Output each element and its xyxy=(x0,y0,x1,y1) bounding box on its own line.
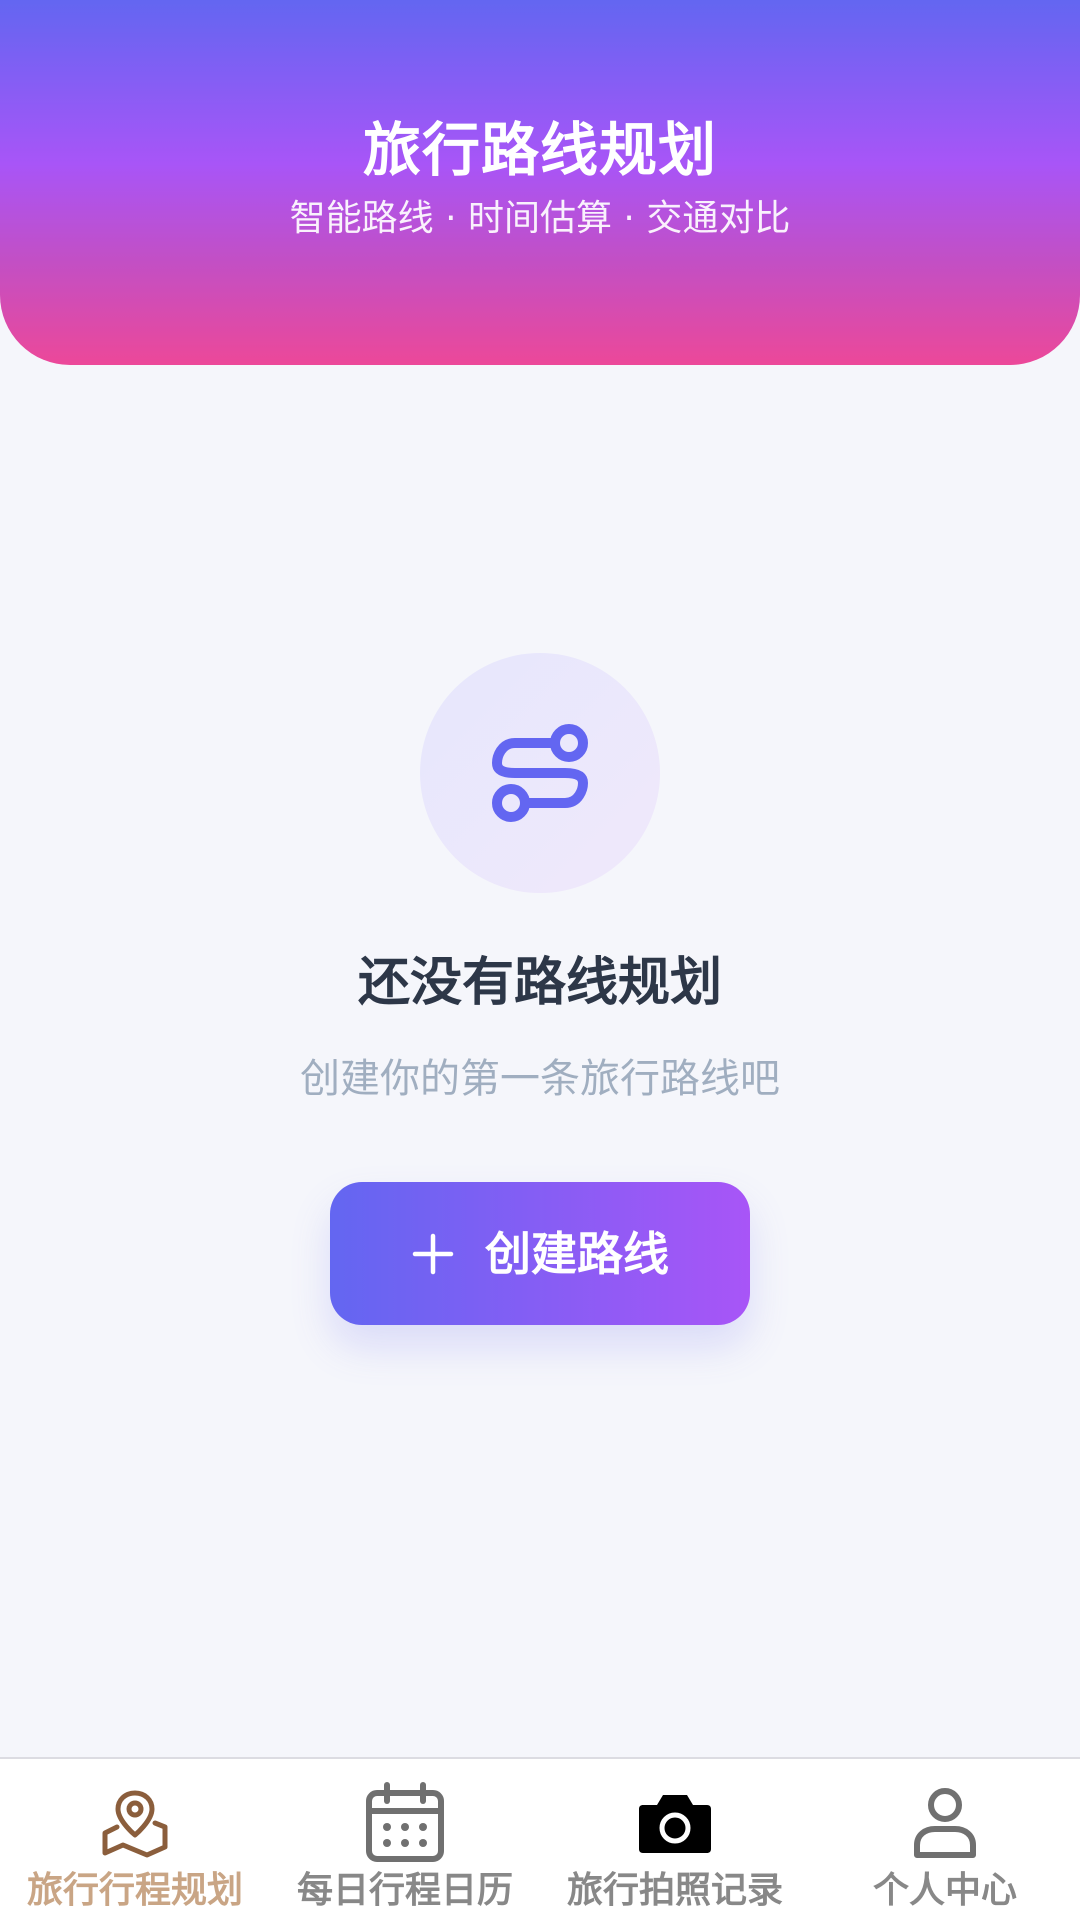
camera-icon xyxy=(633,1781,717,1865)
create-route-button[interactable]: 创建路线 xyxy=(330,1182,750,1325)
tab-label: 个人中心 xyxy=(872,1870,1017,1911)
tab-label: 每日行程日历 xyxy=(296,1870,513,1911)
map-pin-icon xyxy=(93,1781,177,1865)
page-subtitle: 智能路线 · 时间估算 · 交通对比 xyxy=(289,198,791,239)
tab-label: 旅行拍照记录 xyxy=(566,1870,783,1911)
create-route-button-label: 创建路线 xyxy=(485,1226,669,1281)
tab-daily-calendar[interactable]: 每日行程日历 xyxy=(270,1759,540,1920)
route-icon xyxy=(492,724,588,822)
calendar-icon xyxy=(363,1781,447,1865)
tab-label: 旅行行程规划 xyxy=(26,1870,243,1911)
plus-icon xyxy=(411,1232,455,1276)
app-screen: 旅行路线规划 智能路线 · 时间估算 · 交通对比 还没有路线规划 创建你的第一… xyxy=(0,0,1080,1920)
empty-state-title: 还没有路线规划 xyxy=(357,953,722,1013)
empty-state-description: 创建你的第一条旅行路线吧 xyxy=(300,1056,780,1102)
header-banner: 旅行路线规划 智能路线 · 时间估算 · 交通对比 xyxy=(0,0,1080,365)
empty-state-illustration xyxy=(420,653,660,893)
tab-photo-records[interactable]: 旅行拍照记录 xyxy=(540,1759,810,1920)
tab-trip-planning[interactable]: 旅行行程规划 xyxy=(0,1759,270,1920)
user-icon xyxy=(903,1781,987,1865)
tab-profile[interactable]: 个人中心 xyxy=(810,1759,1080,1920)
page-title: 旅行路线规划 xyxy=(362,116,717,184)
bottom-tab-bar: 旅行行程规划 每日行程日历 旅行拍照记录 个人中心 xyxy=(0,1757,1080,1920)
